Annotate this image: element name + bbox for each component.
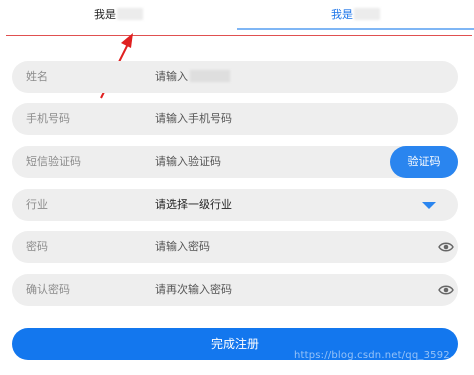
name-input[interactable]: 请输入 [155, 61, 230, 93]
password-label: 密码 [26, 240, 48, 253]
name-label: 姓名 [26, 70, 48, 83]
name-placeholder: 请输入 [155, 70, 188, 83]
phone-input[interactable]: 请输入手机号码 [155, 103, 232, 135]
sms-code-field[interactable]: 短信验证码 请输入验证码 验证码 [12, 146, 458, 178]
sms-code-label: 短信验证码 [26, 155, 81, 168]
phone-label: 手机号码 [26, 112, 70, 125]
annotation-arrow [100, 33, 133, 99]
phone-field[interactable]: 手机号码 请输入手机号码 [12, 103, 458, 135]
chevron-down-icon[interactable] [422, 202, 436, 209]
industry-select-value[interactable]: 请选择一级行业 [155, 189, 232, 221]
get-code-button[interactable]: 验证码 [390, 146, 458, 178]
password-field[interactable]: 密码 请输入密码 [12, 231, 458, 263]
watermark-text: https://blog.csdn.net/qq_3592... [293, 350, 460, 361]
eye-icon[interactable] [438, 240, 454, 254]
confirm-password-label: 确认密码 [26, 283, 70, 296]
eye-icon[interactable] [438, 283, 454, 297]
redacted-text [190, 70, 230, 82]
industry-label: 行业 [26, 198, 48, 211]
name-field[interactable]: 姓名 请输入 [12, 61, 458, 93]
industry-select[interactable]: 行业 请选择一级行业 [12, 189, 458, 221]
password-input[interactable]: 请输入密码 [155, 231, 210, 263]
confirm-password-input[interactable]: 请再次输入密码 [155, 274, 232, 306]
confirm-password-field[interactable]: 确认密码 请再次输入密码 [12, 274, 458, 306]
sms-code-input[interactable]: 请输入验证码 [155, 146, 221, 178]
